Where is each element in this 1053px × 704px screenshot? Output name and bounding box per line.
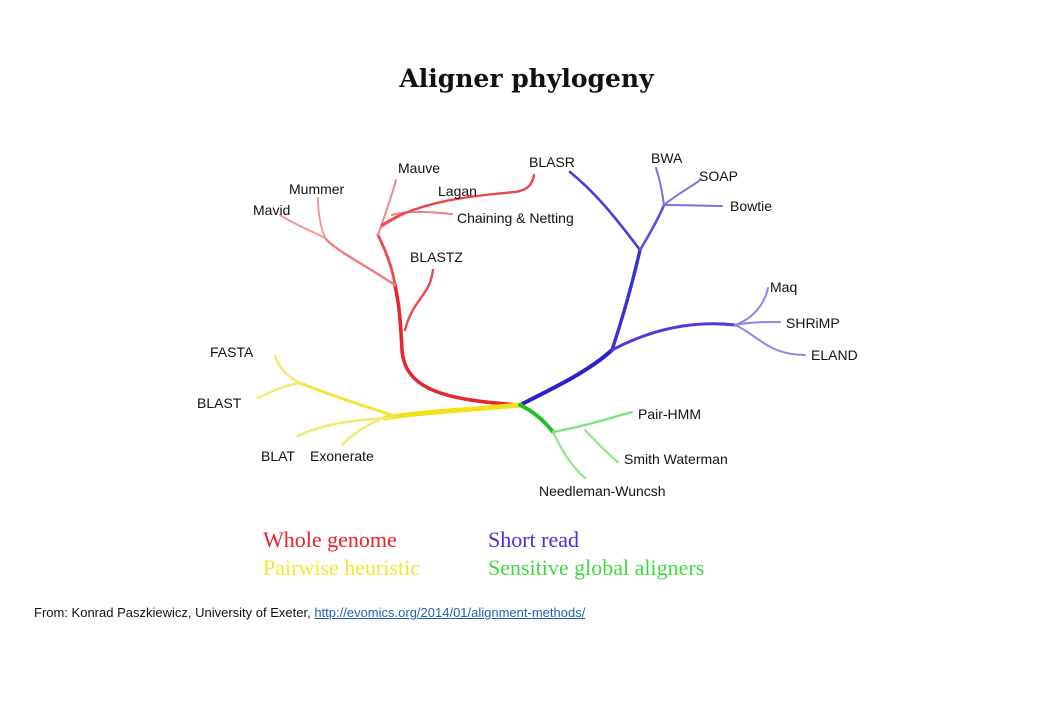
legend-sensitive-global: Sensitive global aligners <box>488 555 705 580</box>
source-citation: From: Konrad Paszkiewicz, University of … <box>34 605 585 620</box>
label-chaining-netting: Chaining & Netting <box>457 210 574 226</box>
label-mavid: Mavid <box>253 202 290 218</box>
label-blat: BLAT <box>261 448 295 464</box>
label-mauve: Mauve <box>398 160 440 176</box>
label-exonerate: Exonerate <box>310 448 374 464</box>
label-bwa: BWA <box>651 150 683 166</box>
sensitive-branches <box>518 403 634 480</box>
label-shrimp: SHRiMP <box>786 315 840 331</box>
source-link[interactable]: http://evomics.org/2014/01/alignment-met… <box>314 605 585 620</box>
legend-short-read: Short read <box>488 527 580 552</box>
label-eland: ELAND <box>811 347 858 363</box>
phylogeny-tree: BLASR Mauve Mummer Mavid Lagan Chaining … <box>197 150 858 499</box>
label-blast: BLAST <box>197 395 242 411</box>
label-lagan: Lagan <box>438 183 477 199</box>
label-mummer: Mummer <box>289 181 345 197</box>
label-bowtie: Bowtie <box>730 198 772 214</box>
label-needleman-wunsch: Needleman-Wuncsh <box>539 483 666 499</box>
label-maq: Maq <box>770 279 797 295</box>
source-text: From: Konrad Paszkiewicz, University of … <box>34 605 311 620</box>
label-smith-waterman: Smith Waterman <box>624 451 728 467</box>
label-soap: SOAP <box>699 168 738 184</box>
label-fasta: FASTA <box>210 344 254 360</box>
label-blastz: BLASTZ <box>410 249 463 265</box>
label-pair-hmm: Pair-HMM <box>638 406 701 422</box>
legend-whole-genome: Whole genome <box>263 527 397 552</box>
label-blasr: BLASR <box>529 154 575 170</box>
legend-pairwise-heuristic: Pairwise heuristic <box>263 555 421 580</box>
